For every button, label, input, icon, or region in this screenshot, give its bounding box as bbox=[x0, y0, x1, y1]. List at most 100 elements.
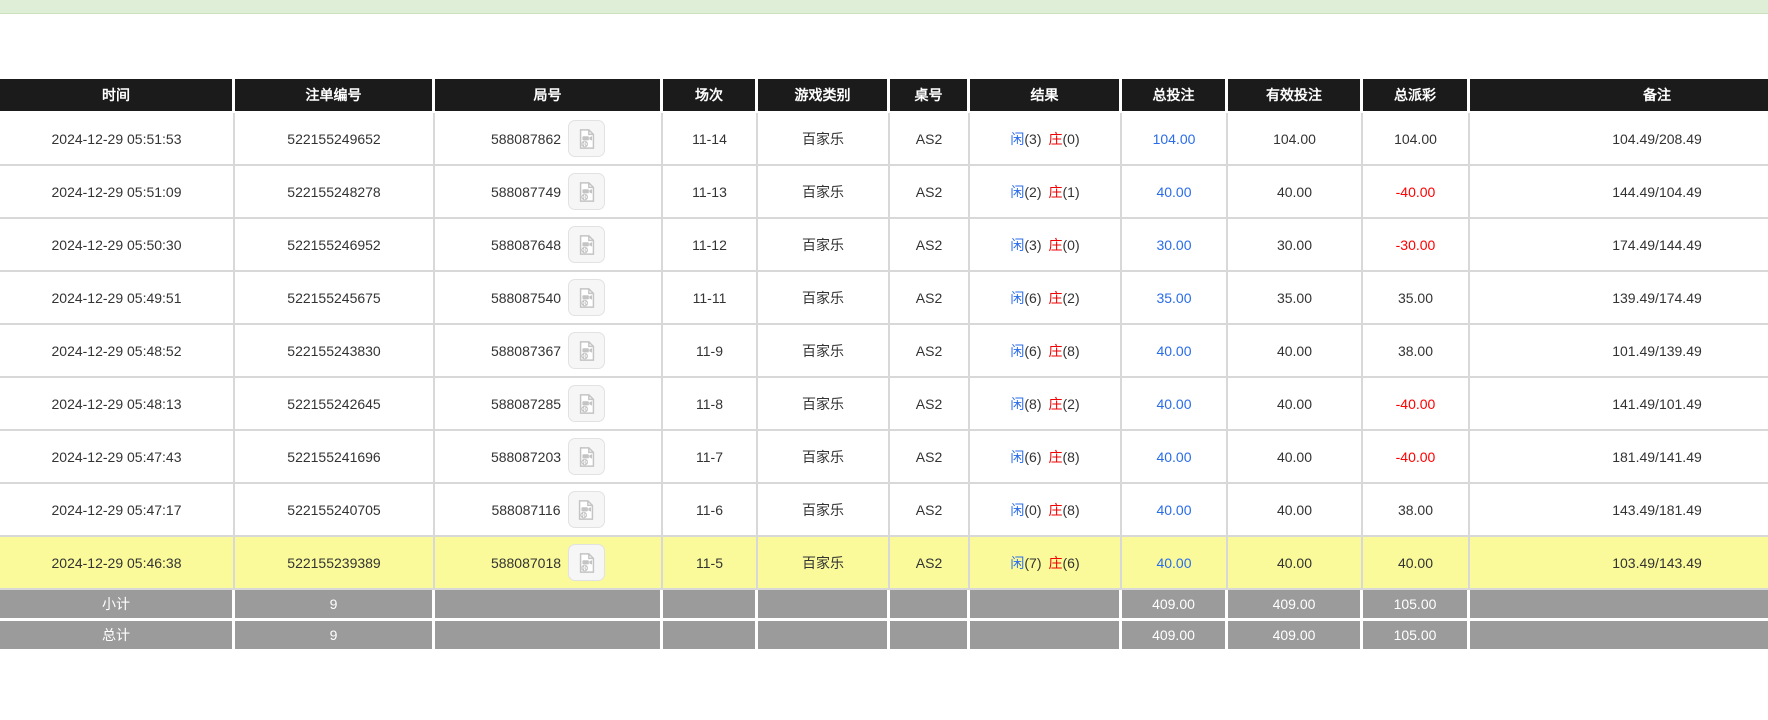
video-replay-button[interactable] bbox=[568, 279, 605, 316]
remark: 174.49/144.49 bbox=[1470, 219, 1768, 272]
total-payout: 105.00 bbox=[1363, 621, 1470, 652]
round-cell: 588087648 bbox=[435, 219, 663, 272]
total-empty-result bbox=[970, 621, 1122, 652]
table-no: AS2 bbox=[890, 484, 970, 537]
bet-id: 522155243830 bbox=[235, 325, 435, 378]
subtotal-empty-round bbox=[435, 590, 663, 621]
table-row: 2024-12-29 05:49:51 522155245675 5880875… bbox=[0, 272, 1768, 325]
result-cell: 闲(3)庄(0) bbox=[970, 113, 1122, 166]
col-header-session: 场次 bbox=[663, 79, 758, 113]
total-empty-round bbox=[435, 621, 663, 652]
total-bet-link[interactable]: 40.00 bbox=[1156, 343, 1191, 359]
bet-id: 522155240705 bbox=[235, 484, 435, 537]
total-bet-link[interactable]: 40.00 bbox=[1156, 396, 1191, 412]
total-bet-link[interactable]: 40.00 bbox=[1156, 449, 1191, 465]
table-no: AS2 bbox=[890, 113, 970, 166]
banker-result-score: (1) bbox=[1063, 184, 1080, 200]
player-result-score: (3) bbox=[1024, 131, 1041, 147]
result-cell: 闲(3)庄(0) bbox=[970, 219, 1122, 272]
result-cell: 闲(7) 庄(6) bbox=[970, 537, 1122, 590]
table-row: 2024-12-29 05:48:13 522155242645 5880872… bbox=[0, 378, 1768, 431]
round-cell: 588087749 bbox=[435, 166, 663, 219]
game-type: 百家乐 bbox=[758, 325, 890, 378]
banker-result-label: 庄 bbox=[1049, 131, 1063, 147]
table-row: 2024-12-29 05:47:43 522155241696 5880872… bbox=[0, 431, 1768, 484]
banker-result-label: 庄 bbox=[1049, 449, 1063, 465]
payout: 38.00 bbox=[1363, 325, 1470, 378]
round-cell: 588087116 bbox=[435, 484, 663, 537]
table-no: AS2 bbox=[890, 537, 970, 590]
total-bet-link[interactable]: 30.00 bbox=[1156, 237, 1191, 253]
round-id: 588087203 bbox=[491, 449, 561, 465]
video-replay-button[interactable] bbox=[568, 491, 605, 528]
table-row: 2024-12-29 05:51:53 522155249652 5880878… bbox=[0, 113, 1768, 166]
banker-result-label: 庄 bbox=[1049, 237, 1063, 253]
col-header-payout: 总派彩 bbox=[1363, 79, 1470, 113]
round-id: 588087018 bbox=[491, 555, 561, 571]
player-result-label: 闲 bbox=[1010, 343, 1024, 359]
banker-result-score: (2) bbox=[1063, 290, 1080, 306]
round-id: 588087648 bbox=[491, 237, 561, 253]
player-result-label: 闲 bbox=[1010, 237, 1024, 253]
total-empty-remark bbox=[1470, 621, 1768, 652]
total-empty-table bbox=[890, 621, 970, 652]
player-result-label: 闲 bbox=[1010, 555, 1024, 571]
total-bet-cell: 40.00 bbox=[1122, 166, 1228, 219]
round-cell: 588087203 bbox=[435, 431, 663, 484]
player-result-score: (6) bbox=[1024, 290, 1041, 306]
subtotal-count: 9 bbox=[235, 590, 435, 621]
round-id: 588087749 bbox=[491, 184, 561, 200]
remark: 143.49/181.49 bbox=[1470, 484, 1768, 537]
player-result-label: 闲 bbox=[1010, 502, 1024, 518]
remark: 139.49/174.49 bbox=[1470, 272, 1768, 325]
video-replay-button[interactable] bbox=[568, 385, 605, 422]
table-no: AS2 bbox=[890, 431, 970, 484]
video-replay-button[interactable] bbox=[568, 332, 605, 369]
video-replay-button[interactable] bbox=[568, 120, 605, 157]
session: 11-13 bbox=[663, 166, 758, 219]
banker-result-score: (6) bbox=[1063, 555, 1080, 571]
table-row: 2024-12-29 05:51:09 522155248278 5880877… bbox=[0, 166, 1768, 219]
payout: -40.00 bbox=[1363, 431, 1470, 484]
total-bet-cell: 30.00 bbox=[1122, 219, 1228, 272]
bet-id: 522155248278 bbox=[235, 166, 435, 219]
video-file-icon bbox=[576, 446, 598, 468]
col-header-result: 结果 bbox=[970, 79, 1122, 113]
player-result-score: (7) bbox=[1024, 555, 1041, 571]
payout: 40.00 bbox=[1363, 537, 1470, 590]
video-file-icon bbox=[576, 393, 598, 415]
bet-id: 522155246952 bbox=[235, 219, 435, 272]
bet-time: 2024-12-29 05:50:30 bbox=[0, 219, 235, 272]
game-type: 百家乐 bbox=[758, 166, 890, 219]
total-bet-link[interactable]: 104.00 bbox=[1153, 131, 1196, 147]
game-type: 百家乐 bbox=[758, 484, 890, 537]
table-no: AS2 bbox=[890, 325, 970, 378]
total-bet-link[interactable]: 40.00 bbox=[1156, 502, 1191, 518]
valid-bet: 40.00 bbox=[1228, 166, 1363, 219]
valid-bet: 40.00 bbox=[1228, 378, 1363, 431]
game-type: 百家乐 bbox=[758, 537, 890, 590]
valid-bet: 40.00 bbox=[1228, 484, 1363, 537]
round-cell: 588087018 bbox=[435, 537, 663, 590]
video-replay-button[interactable] bbox=[568, 226, 605, 263]
video-replay-button[interactable] bbox=[568, 173, 605, 210]
table-row: 2024-12-29 05:50:30 522155246952 5880876… bbox=[0, 219, 1768, 272]
video-replay-button[interactable] bbox=[568, 438, 605, 475]
table-no: AS2 bbox=[890, 166, 970, 219]
banker-result-label: 庄 bbox=[1049, 555, 1063, 571]
total-bet-cell: 40.00 bbox=[1122, 431, 1228, 484]
player-result-score: (6) bbox=[1024, 449, 1041, 465]
subtotal-total-bet: 409.00 bbox=[1122, 590, 1228, 621]
total-bet-link[interactable]: 35.00 bbox=[1156, 290, 1191, 306]
video-replay-button[interactable] bbox=[568, 544, 605, 581]
subtotal-empty-result bbox=[970, 590, 1122, 621]
col-header-game-type: 游戏类别 bbox=[758, 79, 890, 113]
bet-time: 2024-12-29 05:49:51 bbox=[0, 272, 235, 325]
video-file-icon bbox=[575, 499, 597, 521]
total-bet-link[interactable]: 40.00 bbox=[1156, 184, 1191, 200]
total-valid-bet: 409.00 bbox=[1228, 621, 1363, 652]
player-result-label: 闲 bbox=[1010, 396, 1024, 412]
remark: 101.49/139.49 bbox=[1470, 325, 1768, 378]
total-bet-link[interactable]: 40.00 bbox=[1156, 555, 1191, 571]
player-result-score: (0) bbox=[1024, 502, 1041, 518]
